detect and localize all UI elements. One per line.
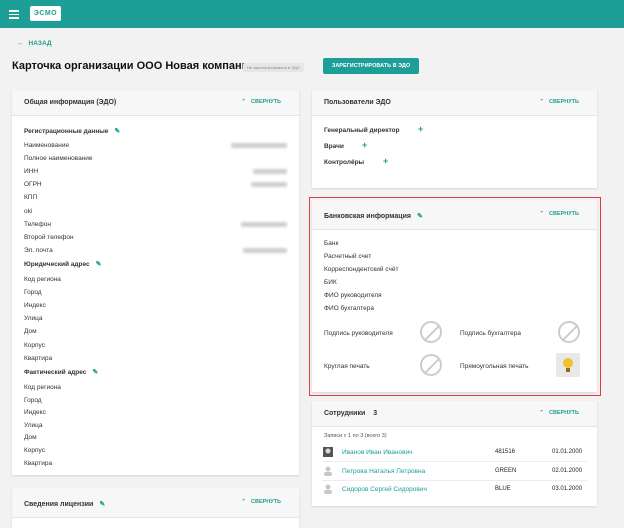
highlight-box	[309, 197, 601, 396]
field-label: Улица	[24, 315, 43, 323]
add-doctor-icon[interactable]: +	[362, 140, 367, 150]
redacted-value	[231, 143, 287, 148]
employee-date: 01.01.2000	[552, 449, 583, 455]
card-header: Общая информация (ЭДО) ⌃ СВЕРНУТЬ	[12, 90, 299, 116]
arrow-left-icon: ←	[17, 40, 24, 47]
field-label: ОГРН	[24, 181, 42, 189]
legal-section-title: Юридический адрес ✎	[24, 260, 102, 268]
register-edo-button[interactable]: ЗАРЕГИСТРИРОВАТЬ В ЭДО	[323, 58, 419, 74]
card-title: Пользователи ЭДО	[324, 99, 391, 106]
field-label: Телефон	[24, 220, 51, 228]
edit-icon[interactable]: ✎	[96, 260, 102, 268]
top-bar: ЭСМО	[0, 0, 624, 28]
field-label: Наименование	[24, 142, 70, 149]
employee-date: 02.01.2000	[552, 467, 583, 474]
collapse-button[interactable]: ⌃ СВЕРНУТЬ	[241, 499, 281, 505]
chevron-up-icon: ⌃	[241, 99, 246, 105]
redacted-value	[241, 221, 287, 227]
edit-icon[interactable]: ✎	[114, 127, 120, 135]
edit-icon[interactable]: ✎	[99, 500, 105, 508]
employee-code: 481516	[495, 449, 516, 455]
collapse-button[interactable]: ⌃ СВЕРНУТЬ	[539, 99, 579, 105]
employee-code: GREEN	[495, 467, 517, 474]
card-header: Сотрудники 3 ⌃ СВЕРНУТЬ	[312, 401, 597, 427]
field-label: Второй телефон	[24, 233, 74, 241]
field-label: Индекс	[24, 302, 46, 310]
menu-icon[interactable]	[9, 10, 19, 19]
field-label: Город	[24, 396, 42, 404]
chevron-up-icon: ⌃	[241, 499, 246, 505]
employees-count: 3	[373, 410, 378, 417]
chevron-up-icon: ⌃	[539, 410, 544, 416]
avatar-icon	[323, 484, 333, 494]
field-label: Квартира	[24, 459, 53, 467]
reg-section-title: Регистрационные данные ✎	[24, 127, 121, 135]
role-controllers: Контролёры	[324, 159, 365, 166]
field-label: Полное наименование	[24, 155, 93, 163]
employee-code: BLUE	[495, 486, 511, 492]
back-link[interactable]: ← НАЗАД	[17, 40, 52, 47]
redacted-value	[251, 182, 287, 188]
actual-section-title: Фактический адрес ✎	[24, 368, 99, 376]
records-summary: Записи с 1 по 3 (всего 3)	[324, 433, 387, 439]
add-controller-icon[interactable]: +	[383, 156, 388, 166]
card-header: Пользователи ЭДО ⌃ СВЕРНУТЬ	[312, 90, 597, 116]
row-divider	[322, 479, 587, 481]
row-divider	[322, 461, 587, 462]
collapse-button[interactable]: ⌃ СВЕРНУТЬ	[539, 410, 579, 416]
field-label: Улица	[24, 421, 43, 429]
field-label: oki	[24, 207, 33, 215]
field-label: Корпус	[24, 447, 45, 454]
field-label: Код региона	[24, 384, 61, 391]
page-title: Карточка организации ООО Новая компания	[12, 60, 255, 72]
edit-icon[interactable]: ✎	[92, 368, 98, 376]
collapse-button[interactable]: ⌃ СВЕРНУТЬ	[241, 99, 281, 105]
card-header: Сведения лицензии ✎ ⌃ СВЕРНУТЬ	[12, 488, 299, 518]
redacted-value	[243, 247, 287, 253]
avatar-icon	[323, 447, 333, 457]
field-label: Дом	[24, 434, 37, 442]
users-card: Пользователи ЭДО ⌃ СВЕРНУТЬ Генеральный …	[312, 90, 597, 188]
field-label: Дом	[24, 328, 37, 336]
chevron-up-icon: ⌃	[539, 99, 544, 105]
employee-name-link[interactable]: Иванов Иван Иванович	[342, 449, 413, 456]
field-label: Эл. почта	[24, 246, 53, 254]
redacted-value	[253, 169, 287, 175]
card-title: Сотрудники 3	[324, 410, 378, 417]
employee-date: 03.01.2000	[552, 486, 583, 492]
employee-name-link[interactable]: Петрова Наталья Петровна	[342, 468, 425, 475]
status-badge: Не зарегистрирована в ЭДО	[243, 63, 304, 72]
role-director: Генеральный директор	[324, 127, 400, 134]
field-label: Индекс	[24, 409, 46, 417]
avatar-icon	[323, 466, 333, 476]
field-label: Город	[24, 289, 42, 297]
card-title: Общая информация (ЭДО)	[24, 99, 117, 106]
field-label: КПП	[24, 194, 38, 202]
app-logo[interactable]: ЭСМО	[30, 6, 61, 21]
license-card: Сведения лицензии ✎ ⌃ СВЕРНУТЬ	[12, 488, 299, 528]
add-director-icon[interactable]: +	[418, 124, 423, 134]
field-label: Корпус	[24, 341, 45, 349]
role-doctors: Врачи	[324, 143, 344, 150]
field-label: ИНН	[24, 168, 39, 176]
general-info-card: Общая информация (ЭДО) ⌃ СВЕРНУТЬ Регист…	[12, 90, 299, 475]
employees-card: Сотрудники 3 ⌃ СВЕРНУТЬ Записи с 1 по 3 …	[312, 401, 597, 506]
back-label: НАЗАД	[28, 40, 52, 47]
employee-name-link[interactable]: Сидоров Сергей Сидорович	[342, 486, 427, 493]
field-label: Код региона	[24, 276, 61, 283]
field-label: Квартира	[24, 354, 53, 362]
card-title: Сведения лицензии ✎	[24, 500, 106, 508]
